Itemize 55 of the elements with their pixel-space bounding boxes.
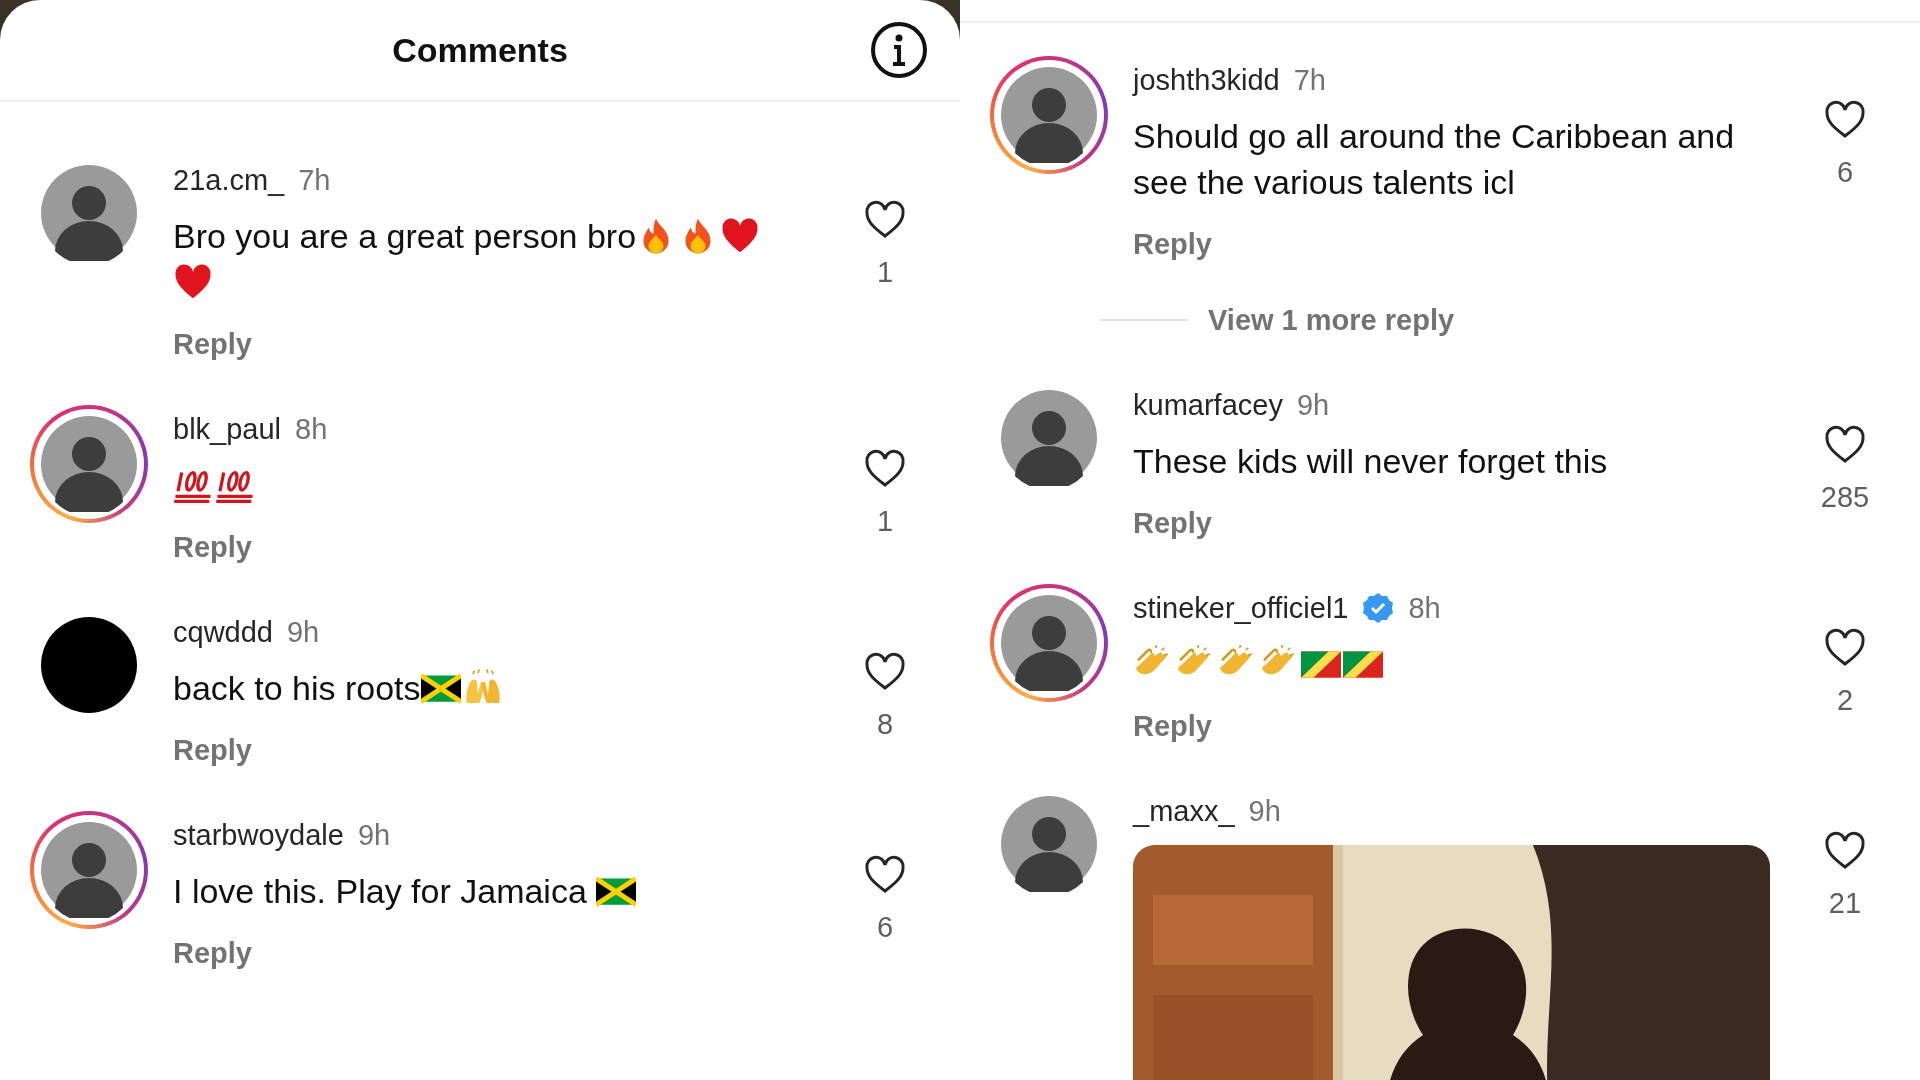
reply-button[interactable]: Reply: [173, 930, 252, 976]
heart-icon[interactable]: [864, 855, 906, 895]
like-count: 6: [876, 911, 894, 944]
timestamp: 9h: [357, 818, 391, 852]
timestamp: 7h: [298, 163, 331, 197]
username[interactable]: joshth3kidd: [1133, 63, 1280, 97]
username[interactable]: starbwoydale: [173, 818, 344, 852]
like-count: 1: [876, 256, 894, 289]
heart-icon[interactable]: [864, 449, 906, 489]
timestamp: 9h: [286, 615, 320, 649]
timestamp: 7h: [1293, 63, 1326, 97]
avatar[interactable]: [1001, 595, 1097, 691]
avatar[interactable]: [41, 165, 137, 261]
username[interactable]: 21a.cm_: [173, 163, 285, 197]
avatar[interactable]: [41, 822, 137, 918]
username[interactable]: _maxx_: [1133, 794, 1235, 828]
avatar[interactable]: [1001, 67, 1097, 163]
timestamp: 9h: [1296, 388, 1330, 422]
avatar[interactable]: [1001, 390, 1097, 486]
comment-text: Bro you are a great person bro: [173, 217, 637, 255]
like-count: 8: [876, 708, 894, 741]
like-count: 21: [1828, 887, 1862, 920]
reply-button[interactable]: Reply: [1133, 500, 1212, 546]
like-count: 6: [1836, 156, 1854, 189]
timestamp: 8h: [1408, 591, 1441, 625]
reply-button[interactable]: Reply: [1133, 703, 1212, 749]
like-count: 2: [1836, 684, 1854, 717]
heart-icon[interactable]: [864, 652, 906, 692]
username[interactable]: stineker_officiel1: [1133, 591, 1349, 625]
avatar[interactable]: [1001, 796, 1097, 892]
comment-text: Should go all around the Caribbean and see the various talents icl: [1133, 117, 1736, 201]
heart-icon[interactable]: [1824, 425, 1866, 465]
reply-button[interactable]: Reply: [1133, 221, 1212, 267]
username[interactable]: kumarfacey: [1133, 388, 1283, 422]
reply-button[interactable]: Reply: [173, 727, 252, 773]
avatar[interactable]: [41, 416, 137, 512]
comment-text: back to his roots: [173, 669, 421, 707]
reply-button[interactable]: Reply: [173, 321, 252, 367]
heart-icon[interactable]: [1824, 831, 1866, 871]
comment-text: I love this. Play for Jamaica: [173, 872, 588, 910]
heart-icon[interactable]: [1824, 628, 1866, 668]
heart-icon[interactable]: [864, 200, 906, 240]
view-replies-button[interactable]: View 1 more reply: [1208, 303, 1455, 337]
like-count: 1: [876, 505, 894, 538]
avatar[interactable]: [41, 617, 137, 713]
heart-icon[interactable]: [1824, 100, 1866, 140]
timestamp: 8h: [295, 412, 328, 446]
reply-button[interactable]: Reply: [173, 524, 252, 570]
username[interactable]: cqwddd: [173, 615, 273, 649]
info-icon[interactable]: [870, 21, 928, 79]
username[interactable]: blk_paul: [173, 412, 282, 446]
timestamp: 9h: [1248, 794, 1281, 828]
like-count: 285: [1820, 481, 1870, 514]
comment-text: These kids will never forget this: [1133, 442, 1608, 480]
header-title: Comments: [392, 30, 568, 70]
